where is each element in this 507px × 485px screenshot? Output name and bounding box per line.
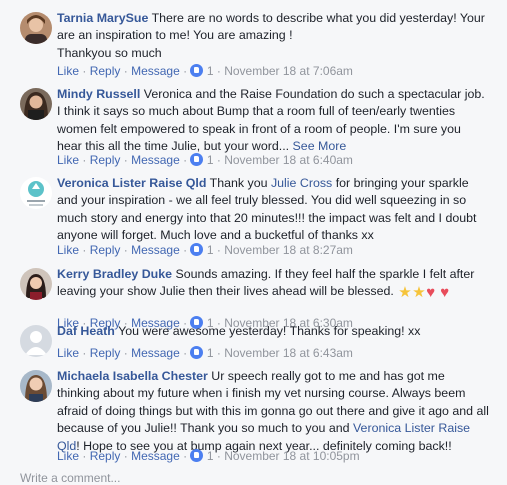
- separator: ·: [216, 153, 221, 167]
- like-count[interactable]: 1: [207, 153, 214, 167]
- separator: ·: [183, 153, 188, 167]
- avatar-mindy-russell[interactable]: [20, 88, 52, 120]
- like-count[interactable]: 1: [207, 243, 214, 257]
- separator: ·: [123, 243, 128, 257]
- separator: ·: [216, 243, 221, 257]
- separator: ·: [82, 346, 87, 360]
- comment-actions: Like · Reply · Message · 1 · November 18…: [57, 63, 353, 79]
- avatar-veronica-lister[interactable]: [20, 177, 52, 209]
- comment-actions: Like · Reply · Message · 1 · November 18…: [57, 345, 353, 361]
- separator: ·: [216, 449, 221, 463]
- timestamp[interactable]: November 18 at 6:43am: [224, 346, 353, 360]
- separator: ·: [123, 153, 128, 167]
- like-count[interactable]: 1: [207, 449, 214, 463]
- message-button[interactable]: Message: [131, 64, 180, 78]
- like-button[interactable]: Like: [57, 64, 79, 78]
- separator: ·: [216, 346, 221, 360]
- message-button[interactable]: Message: [131, 243, 180, 257]
- separator: ·: [123, 346, 128, 360]
- timestamp[interactable]: November 18 at 7:06am: [224, 64, 353, 78]
- like-count-icon[interactable]: [190, 243, 204, 256]
- star-emoji-icon: ★: [398, 284, 412, 302]
- message-button[interactable]: Message: [131, 153, 180, 167]
- avatar-michaela-chester[interactable]: [20, 370, 52, 402]
- comment-text: Veronica Lister Raise Qld Thank you Juli…: [57, 175, 489, 245]
- reply-button[interactable]: Reply: [90, 346, 121, 360]
- comment-text: Mindy Russell Veronica and the Raise Fou…: [57, 86, 489, 156]
- avatar-kerry-bradley-duke[interactable]: [20, 268, 52, 300]
- comment-text: Daf Heath You were awesome yesterday! Th…: [57, 323, 489, 340]
- like-button[interactable]: Like: [57, 449, 79, 463]
- timestamp[interactable]: November 18 at 10:05pm: [224, 449, 359, 463]
- separator: ·: [82, 449, 87, 463]
- separator: ·: [183, 449, 188, 463]
- comment-text: Kerry Bradley Duke Sounds amazing. If th…: [57, 266, 489, 301]
- separator: ·: [82, 64, 87, 78]
- comment-author[interactable]: Tarnia MarySue: [57, 11, 148, 25]
- like-button[interactable]: Like: [57, 243, 79, 257]
- avatar-daf-heath[interactable]: [20, 325, 52, 357]
- comment-author[interactable]: Michaela Isabella Chester: [57, 369, 208, 383]
- reply-button[interactable]: Reply: [90, 64, 121, 78]
- timestamp[interactable]: November 18 at 8:27am: [224, 243, 353, 257]
- like-count-icon[interactable]: [190, 153, 204, 166]
- comment-text: Michaela Isabella Chester Ur speech real…: [57, 368, 489, 455]
- like-count[interactable]: 1: [207, 346, 214, 360]
- like-count-icon[interactable]: [190, 64, 204, 77]
- reply-button[interactable]: Reply: [90, 449, 121, 463]
- comment-author[interactable]: Daf Heath: [57, 324, 115, 338]
- heart-emoji-icon: ♥: [440, 284, 450, 302]
- reply-button[interactable]: Reply: [90, 153, 121, 167]
- comment-actions: Like · Reply · Message · 1 · November 18…: [57, 152, 353, 168]
- separator: ·: [216, 64, 221, 78]
- like-count-icon[interactable]: [190, 449, 204, 462]
- separator: ·: [183, 243, 188, 257]
- comment-body: You were awesome yesterday! Thanks for s…: [118, 324, 421, 338]
- heart-emoji-icon: ♥: [426, 284, 436, 302]
- message-button[interactable]: Message: [131, 449, 180, 463]
- comment-author[interactable]: Mindy Russell: [57, 87, 140, 101]
- like-button[interactable]: Like: [57, 153, 79, 167]
- comment-body: Thank you: [209, 176, 271, 190]
- separator: ·: [123, 449, 128, 463]
- reply-button[interactable]: Reply: [90, 243, 121, 257]
- separator: ·: [82, 153, 87, 167]
- message-button[interactable]: Message: [131, 346, 180, 360]
- avatar-tarnia-marysue[interactable]: [20, 12, 52, 44]
- mention-link[interactable]: Julie Cross: [271, 176, 332, 190]
- separator: ·: [123, 64, 128, 78]
- star-emoji-icon: ★: [412, 284, 426, 302]
- separator: ·: [183, 64, 188, 78]
- like-button[interactable]: Like: [57, 346, 79, 360]
- comment-body-line-2: Thankyou so much: [57, 45, 162, 60]
- comment-text: Tarnia MarySue There are no words to des…: [57, 10, 489, 62]
- like-count[interactable]: 1: [207, 64, 214, 78]
- timestamp[interactable]: November 18 at 6:40am: [224, 153, 353, 167]
- comment-author[interactable]: Kerry Bradley Duke: [57, 267, 172, 281]
- comment-actions: Like · Reply · Message · 1 · November 18…: [57, 448, 360, 464]
- comment-author[interactable]: Veronica Lister Raise Qld: [57, 176, 206, 190]
- comment-actions: Like · Reply · Message · 1 · November 18…: [57, 242, 353, 258]
- write-comment-prompt[interactable]: Write a comment...: [20, 471, 120, 485]
- like-count-icon[interactable]: [190, 346, 204, 359]
- separator: ·: [82, 243, 87, 257]
- separator: ·: [183, 346, 188, 360]
